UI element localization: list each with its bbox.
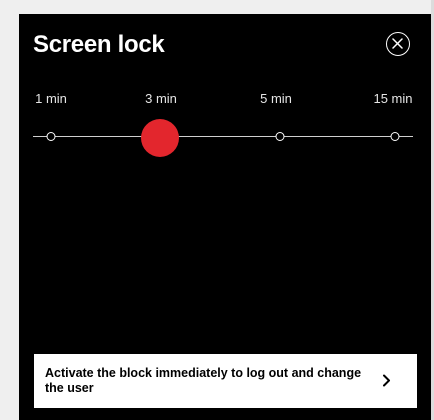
page-title: Screen lock [33, 31, 165, 58]
close-icon [392, 38, 403, 49]
lock-now-button-label: Activate the block immediately to log ou… [45, 366, 362, 395]
timeout-option-labels: 1 min 3 min 5 min 15 min [19, 91, 431, 109]
timeout-slider[interactable] [33, 117, 413, 157]
slider-thumb[interactable] [141, 119, 179, 157]
slider-stop[interactable] [275, 132, 285, 141]
close-button[interactable] [386, 32, 410, 56]
slider-track [33, 136, 413, 137]
lock-now-button[interactable]: Activate the block immediately to log ou… [34, 354, 417, 408]
timeout-option-label[interactable]: 3 min [145, 91, 177, 106]
screen-lock-panel: Screen lock 1 min 3 min 5 min 15 min Act… [19, 14, 431, 420]
timeout-option-label[interactable]: 15 min [373, 91, 412, 106]
chevron-right-icon [383, 374, 390, 387]
timeout-option-label[interactable]: 1 min [35, 91, 67, 106]
slider-stop[interactable] [46, 132, 56, 141]
timeout-option-label[interactable]: 5 min [260, 91, 292, 106]
slider-stop[interactable] [390, 132, 400, 141]
